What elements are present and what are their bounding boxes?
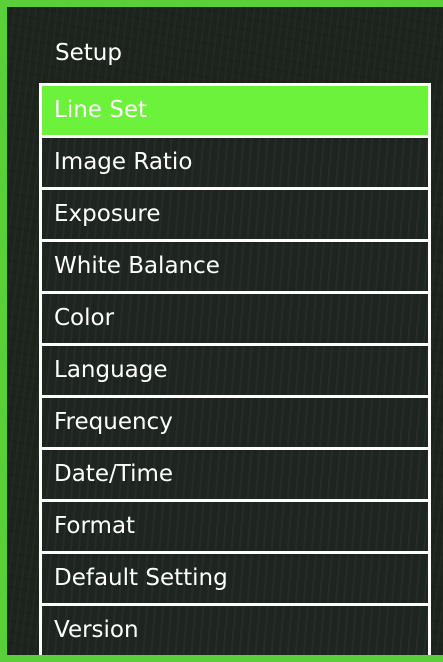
menu-item-language[interactable]: Language xyxy=(42,346,428,395)
menu-item-date-time[interactable]: Date/Time xyxy=(42,450,428,499)
menu-item-format[interactable]: Format xyxy=(42,502,428,551)
menu-item-line-set[interactable]: Line Set xyxy=(42,86,428,135)
menu-item-version[interactable]: Version xyxy=(42,606,428,655)
menu-item-frequency[interactable]: Frequency xyxy=(42,398,428,447)
menu-item-white-balance[interactable]: White Balance xyxy=(42,242,428,291)
menu-item-exposure[interactable]: Exposure xyxy=(42,190,428,239)
setup-menu-list: Line Set Image Ratio Exposure White Bala… xyxy=(39,83,431,655)
osd-frame: Setup Line Set Image Ratio Exposure Whit… xyxy=(0,0,443,662)
menu-item-color[interactable]: Color xyxy=(42,294,428,343)
menu-item-default-setting[interactable]: Default Setting xyxy=(42,554,428,603)
setup-panel: Setup Line Set Image Ratio Exposure Whit… xyxy=(7,7,443,655)
menu-title: Setup xyxy=(55,40,122,66)
menu-item-image-ratio[interactable]: Image Ratio xyxy=(42,138,428,187)
